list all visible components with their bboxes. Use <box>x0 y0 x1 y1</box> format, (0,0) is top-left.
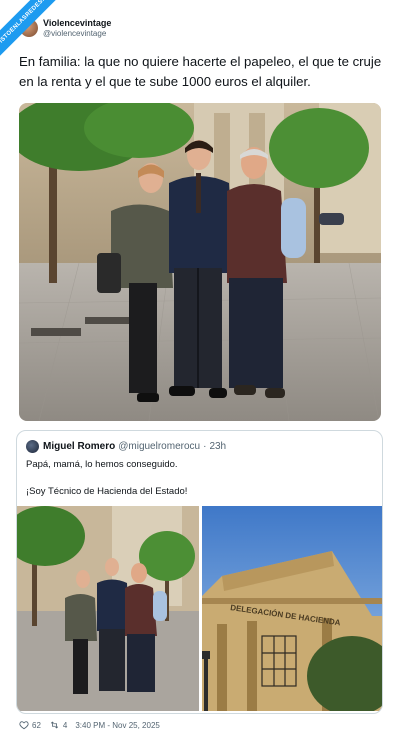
quoted-display-name[interactable]: Miguel Romero <box>43 441 115 452</box>
quoted-family-illustration <box>17 506 199 711</box>
tweet-text: En familia: la que no quiere hacerte el … <box>19 54 382 89</box>
retweet-action[interactable]: 4 <box>49 720 67 730</box>
retweet-icon <box>50 721 59 729</box>
quoted-header: Miguel Romero @miguelromerocu · 23h <box>26 440 226 453</box>
author-names: Violencevintage @violencevintage <box>43 18 111 39</box>
tweet-footer: 62 4 3:40 PM - Nov 25, 2025 <box>19 720 160 730</box>
author-handle[interactable]: @violencevintage <box>43 29 111 39</box>
quoted-separator: · <box>203 441 207 452</box>
like-action[interactable]: 62 <box>19 720 41 730</box>
quoted-photo-building[interactable]: DELEGACIÓN DE HACIENDA <box>202 506 382 711</box>
tweet-photo[interactable] <box>19 103 381 421</box>
tweet-card: VISTOENLASREDES.COM Violencevintage @vio… <box>0 0 400 745</box>
quoted-building-illustration: DELEGACIÓN DE HACIENDA <box>202 506 382 711</box>
retweet-count: 4 <box>62 720 68 730</box>
quoted-text-line1: Papá, mamá, lo hemos conseguido. <box>26 459 178 470</box>
quoted-photo-family[interactable] <box>17 506 199 711</box>
heart-icon <box>19 721 29 730</box>
tweet-timestamp[interactable]: 3:40 PM - Nov 25, 2025 <box>75 721 160 730</box>
quoted-text-line2: ¡Soy Técnico de Hacienda del Estado! <box>26 486 188 497</box>
quoted-tweet[interactable]: Miguel Romero @miguelromerocu · 23h Papá… <box>16 430 383 714</box>
like-count: 62 <box>32 720 41 730</box>
quoted-text: Papá, mamá, lo hemos conseguido. ¡Soy Té… <box>26 458 376 498</box>
family-photo-illustration <box>19 103 381 421</box>
author-display-name[interactable]: Violencevintage <box>43 18 111 29</box>
quoted-time[interactable]: 23h <box>209 441 226 452</box>
quoted-handle[interactable]: @miguelromerocu <box>118 441 200 452</box>
quoted-avatar[interactable] <box>26 440 39 453</box>
